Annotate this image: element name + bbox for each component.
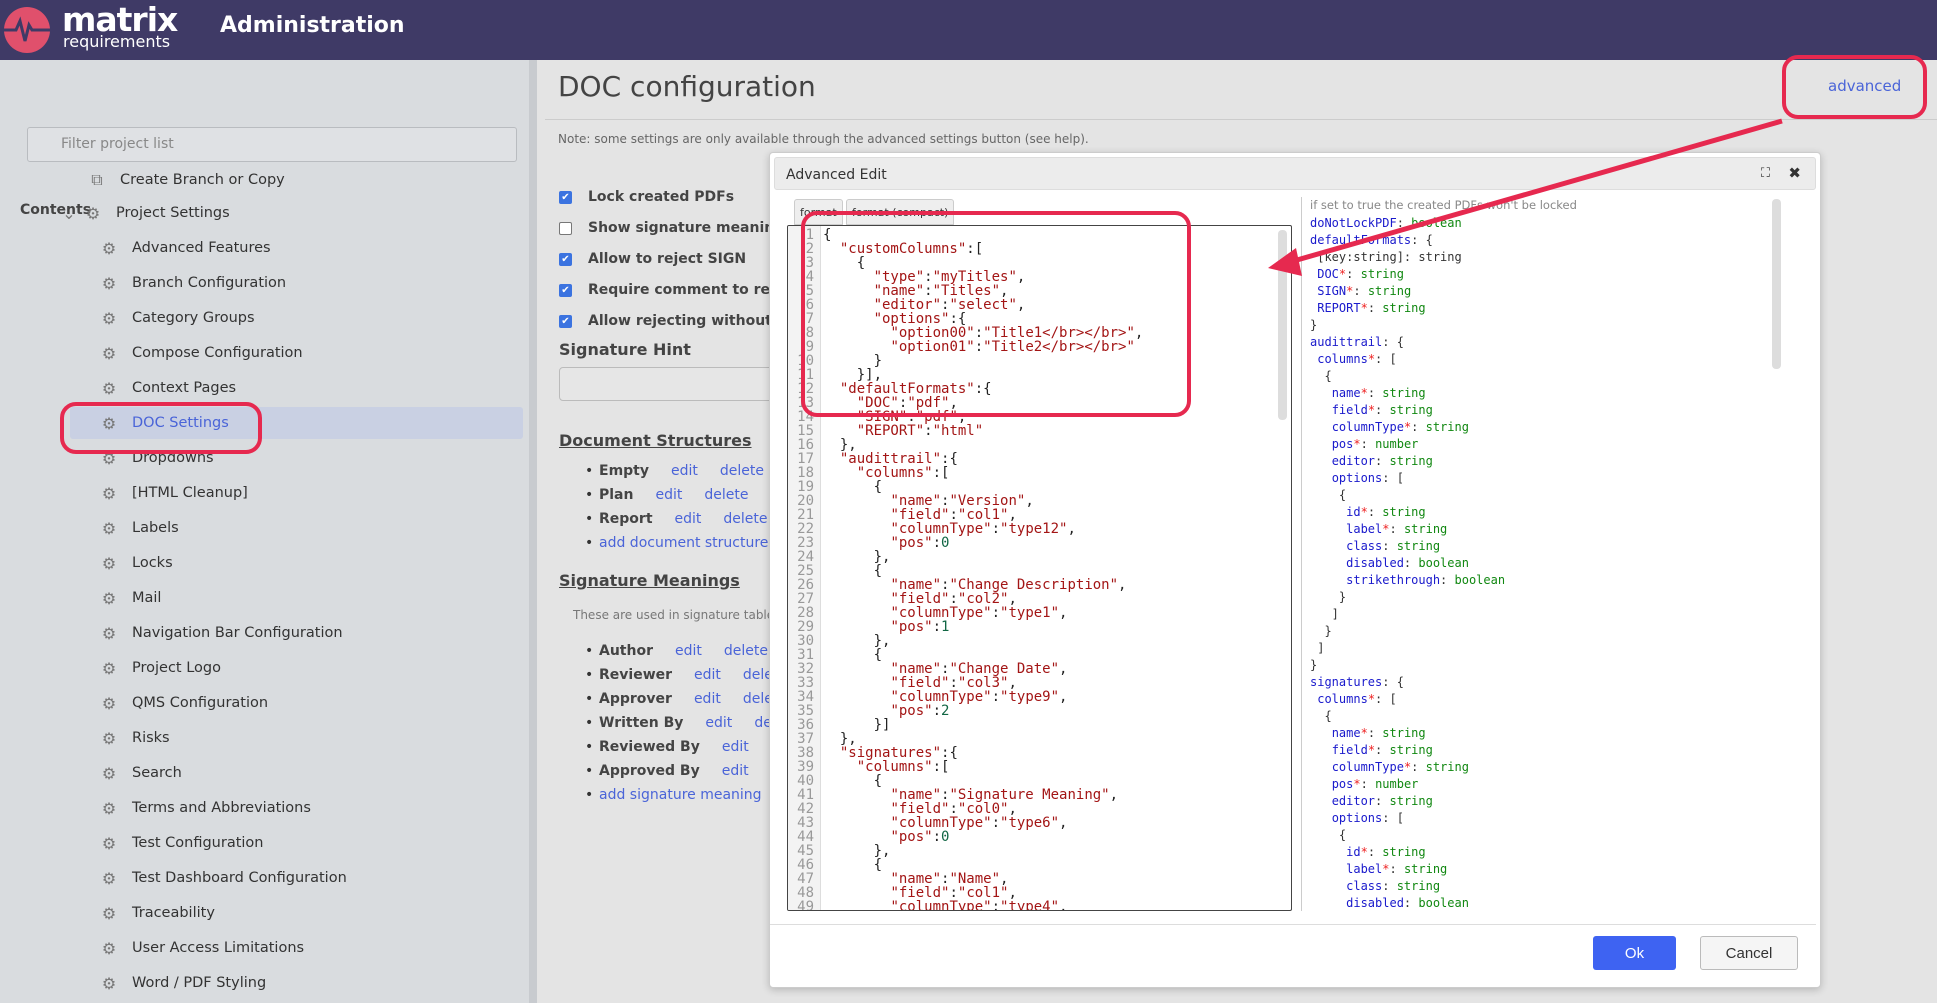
annotation-arrow [1268,118,1783,276]
